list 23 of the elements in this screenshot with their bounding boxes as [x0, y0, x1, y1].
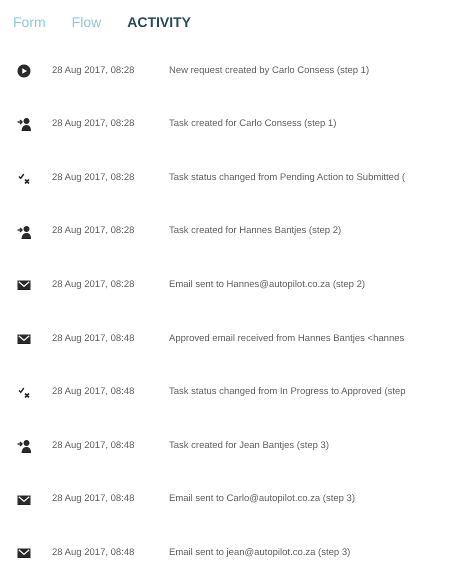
activity-message: Task created for Hannes Bantjes (step 2) — [169, 224, 342, 238]
tab[interactable]: ACTIVITY — [127, 5, 192, 40]
timestamp: 28 Aug 2017, 08:48 — [52, 332, 136, 346]
activity-message: Email sent to jean@autopilot.co.za (step 3) — [169, 546, 350, 560]
activity-message: Task created for Carlo Consess (step 1) — [169, 117, 336, 132]
timestamp: 28 Aug 2017, 08:28 — [52, 64, 136, 78]
activity-message: Approved email received from Hannes Bantjes <hannes — [169, 332, 404, 346]
timestamp: 28 Aug 2017, 08:28 — [52, 117, 136, 132]
tab[interactable]: Form — [13, 5, 46, 40]
activity-message: Email sent to Carlo@autopilot.co.za (step 3) — [169, 492, 356, 506]
activity-message: Task status changed from In Progress to Approved (step — [169, 385, 406, 400]
timestamp: 28 Aug 2017, 08:48 — [52, 492, 136, 506]
timestamp: 28 Aug 2017, 08:48 — [52, 438, 136, 453]
timestamp: 28 Aug 2017, 08:48 — [52, 546, 136, 560]
activity-message: New request created by Carlo Consess (step 1) — [169, 64, 370, 78]
timestamp: 28 Aug 2017, 08:48 — [52, 385, 136, 400]
timestamp: 28 Aug 2017, 08:28 — [52, 278, 136, 292]
activity-message: Email sent to Hannes@autopilot.co.za (step 2) — [169, 278, 366, 292]
tab[interactable]: Flow — [72, 5, 102, 40]
activity-message: Task created for Jean Bantjes (step 3) — [169, 438, 329, 453]
activity-message: Task status changed from Pending Action to Submitted ( — [169, 170, 406, 185]
timestamp: 28 Aug 2017, 08:28 — [52, 224, 136, 238]
timestamp: 28 Aug 2017, 08:28 — [52, 170, 136, 185]
